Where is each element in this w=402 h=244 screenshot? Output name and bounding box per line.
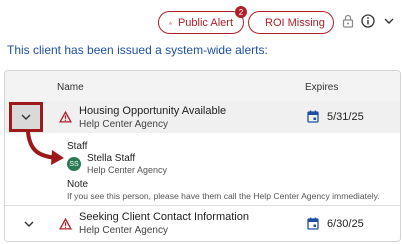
- note-label: Note: [67, 179, 89, 190]
- public-alert-label: Public Alert: [177, 16, 233, 29]
- alerts-heading: This client has been issued a system-wid…: [7, 43, 268, 57]
- calendar-icon: [307, 217, 319, 230]
- expires-date: 5/31/25: [327, 111, 364, 123]
- chevron-down-icon[interactable]: [384, 17, 394, 25]
- lock-icon[interactable]: [342, 14, 354, 28]
- public-alert-button[interactable]: Public Alert 2: [158, 6, 247, 34]
- column-header-name: Name: [57, 82, 84, 93]
- staff-label: Staff: [67, 141, 88, 152]
- warning-icon: [59, 111, 72, 123]
- chevron-down-icon: [24, 221, 34, 227]
- staff-agency: Help Center Agency: [87, 165, 168, 175]
- roi-missing-label: ROI Missing: [265, 16, 325, 29]
- chevron-down-icon: [21, 114, 31, 120]
- calendar-icon: [307, 110, 319, 123]
- alert-agency: Help Center Agency: [79, 225, 168, 236]
- collapse-row-button[interactable]: [9, 102, 43, 132]
- avatar: SS: [67, 157, 81, 171]
- alert-count-badge: 2: [235, 6, 247, 18]
- expires-date: 6/30/25: [327, 218, 364, 230]
- column-header-expires: Expires: [305, 82, 339, 93]
- table-header: Name Expires: [5, 71, 400, 101]
- warning-icon: [169, 21, 172, 24]
- alert-detail-panel: Staff SS Stella Staff Help Center Agency…: [5, 133, 400, 203]
- info-icon[interactable]: [361, 14, 375, 28]
- alert-agency: Help Center Agency: [79, 119, 168, 130]
- alert-title: Housing Opportunity Available: [79, 105, 227, 117]
- note-text: If you see this person, please have them…: [67, 191, 380, 201]
- roi-missing-button[interactable]: ROI Missing: [248, 11, 334, 34]
- alert-title: Seeking Client Contact Information: [79, 211, 249, 223]
- alerts-table: Name Expires Housing Opportunity Availab…: [4, 70, 401, 242]
- table-row[interactable]: Housing Opportunity Available Help Cente…: [5, 101, 400, 133]
- warning-icon: [59, 218, 72, 230]
- staff-name: Stella Staff: [87, 153, 136, 164]
- expand-row-button[interactable]: [15, 212, 43, 236]
- table-row[interactable]: Seeking Client Contact Information Help …: [5, 205, 400, 241]
